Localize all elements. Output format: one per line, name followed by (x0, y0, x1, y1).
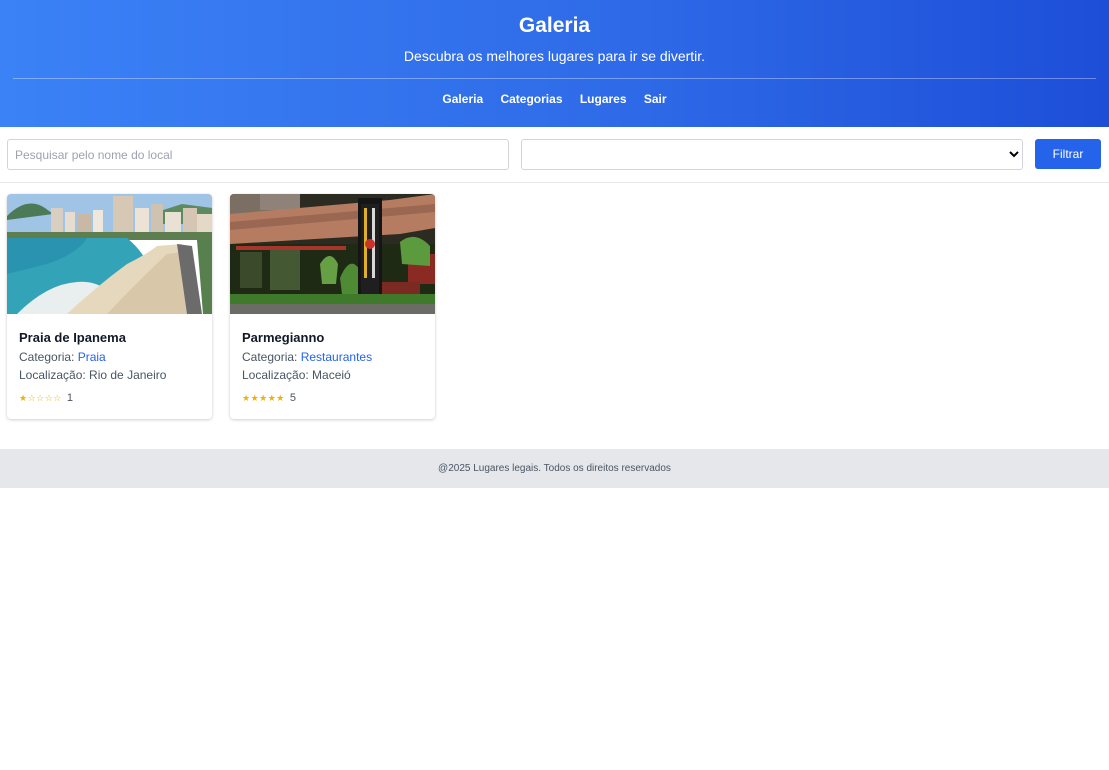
card-location: Localização: Maceió (242, 368, 351, 382)
nav-link-categorias[interactable]: Categorias (500, 92, 562, 106)
beach-photo (7, 194, 212, 314)
place-card[interactable]: Parmegianno Categoria: Restaurantes Loca… (230, 194, 435, 419)
category-label: Categoria: (19, 350, 78, 364)
nav-link-sair[interactable]: Sair (644, 92, 667, 106)
page-title: Galeria (518, 14, 591, 37)
location-value: Rio de Janeiro (89, 368, 167, 382)
card-title: Praia de Ipanema (19, 330, 126, 345)
location-label: Localização: (19, 368, 90, 382)
filter-button[interactable]: Filtrar (1035, 139, 1101, 169)
rating-value: 5 (289, 392, 296, 404)
nav-link-galeria[interactable]: Galeria (442, 92, 483, 106)
card-category: Categoria: Restaurantes (242, 350, 372, 364)
restaurant-photo (230, 194, 435, 314)
category-select[interactable] (521, 139, 1023, 170)
location-value: Maceió (312, 368, 351, 382)
place-card[interactable]: Praia de Ipanema Categoria: Praia Locali… (7, 194, 212, 419)
header-divider (13, 78, 1096, 79)
nav-link-lugares[interactable]: Lugares (580, 92, 627, 106)
filter-bar: Filtrar (0, 127, 1109, 183)
site-footer: @2025 Lugares legais. Todos os direitos … (0, 449, 1109, 488)
card-title: Parmegianno (242, 330, 325, 345)
star-rating-icon: ★☆☆☆☆ (19, 393, 62, 403)
footer-text: @2025 Lugares legais. Todos os direitos … (438, 463, 671, 474)
card-rating: ★☆☆☆☆ 1 (19, 392, 73, 404)
category-link[interactable]: Restaurantes (301, 350, 372, 364)
search-input[interactable] (7, 139, 509, 170)
card-rating: ★★★★★ 5 (242, 392, 296, 404)
rating-value: 1 (66, 392, 73, 404)
card-location: Localização: Rio de Janeiro (19, 368, 166, 382)
card-category: Categoria: Praia (19, 350, 106, 364)
page-header: Galeria Descubra os melhores lugares par… (0, 0, 1109, 127)
category-label: Categoria: (242, 350, 301, 364)
page-subtitle: Descubra os melhores lugares para ir se … (403, 48, 706, 64)
location-label: Localização: (242, 368, 313, 382)
category-link[interactable]: Praia (78, 350, 106, 364)
main-nav: Galeria Categorias Lugares Sair (0, 92, 1109, 106)
star-rating-icon: ★★★★★ (242, 393, 285, 403)
